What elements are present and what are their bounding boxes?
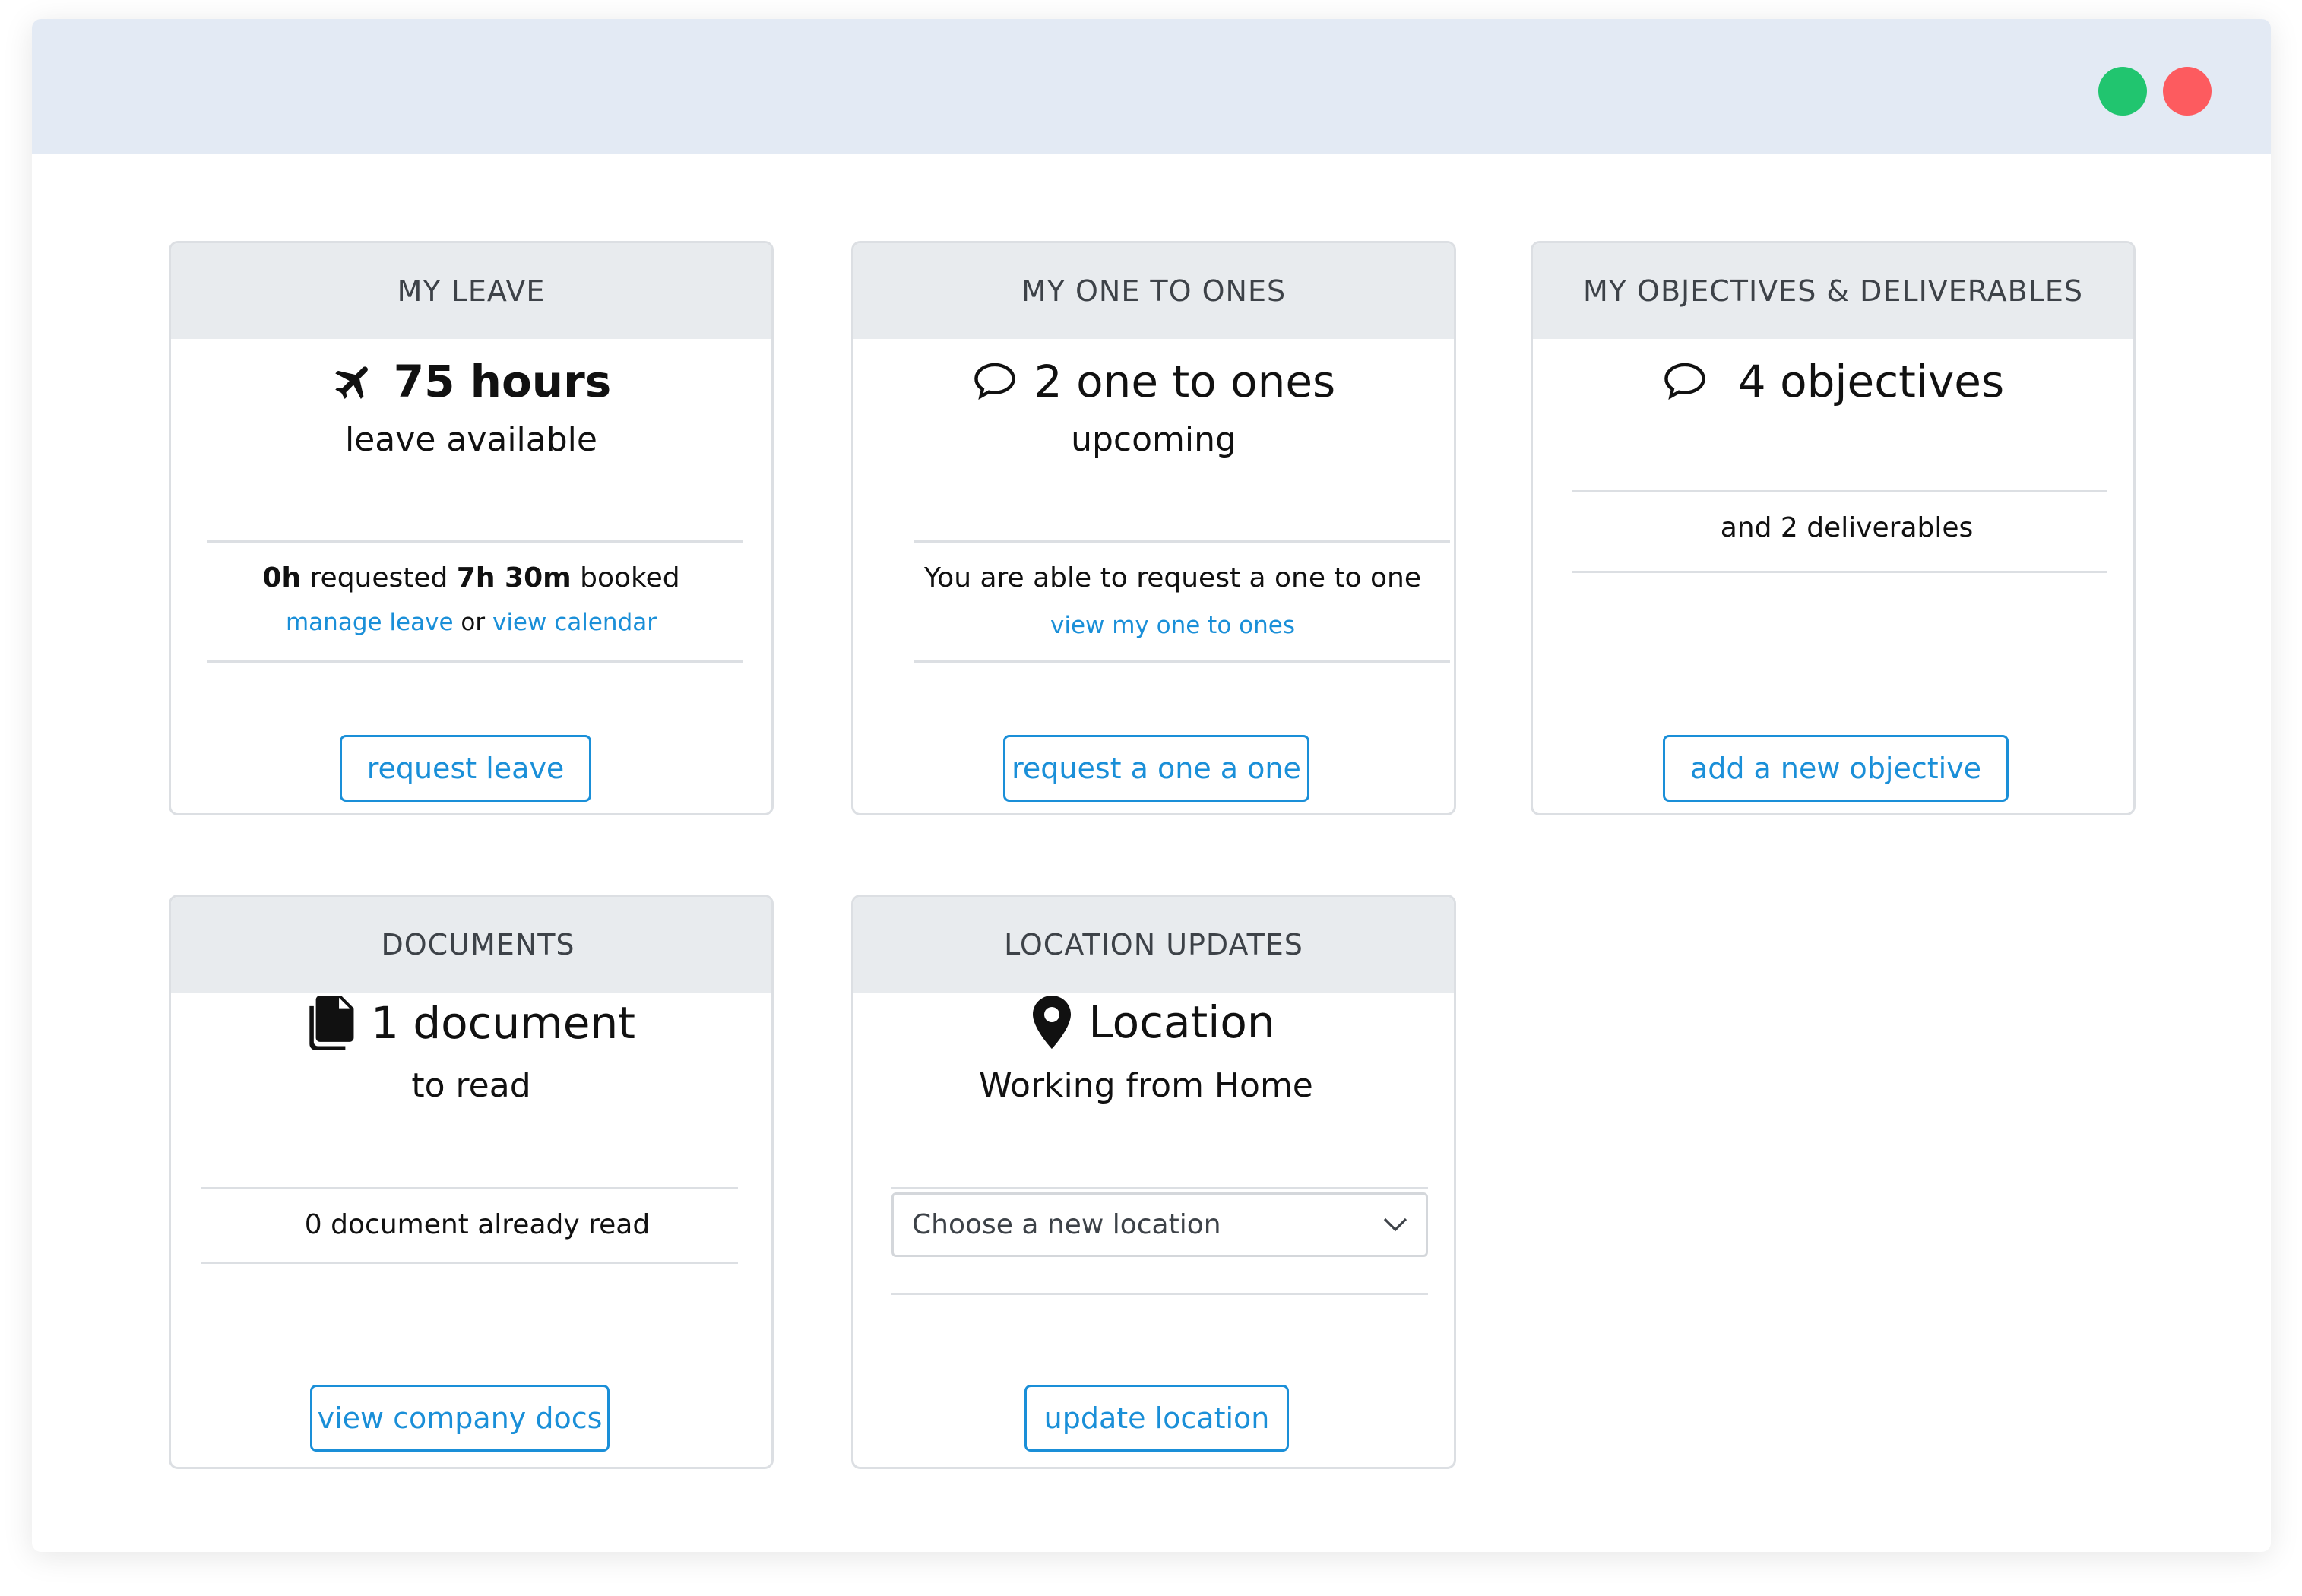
divider: [914, 540, 1450, 543]
documents-icon: [307, 996, 354, 1050]
map-pin-icon: [1032, 996, 1072, 1049]
view-my-one-to-ones-link[interactable]: view my one to ones: [1050, 612, 1295, 639]
divider: [207, 660, 743, 663]
leave-hours-value: 75 hours: [393, 356, 612, 407]
divider: [1572, 571, 2107, 573]
divider: [1572, 490, 2107, 492]
divider: [207, 540, 743, 543]
one-to-ones-count: 2 one to ones: [1034, 356, 1336, 407]
booked-label: booked: [580, 562, 680, 594]
divider: [201, 1187, 738, 1189]
speech-bubble-icon: [972, 361, 1018, 402]
documents-headline: 1 document: [171, 996, 771, 1050]
my-leave-card: MY LEAVE 75 hours leave available 0h req…: [169, 241, 774, 815]
card-title: MY OBJECTIVES & DELIVERABLES: [1533, 243, 2133, 339]
update-location-button[interactable]: update location: [1024, 1385, 1289, 1452]
view-calendar-link[interactable]: view calendar: [492, 609, 657, 636]
requested-hours: 0h: [262, 562, 302, 594]
green-window-dot[interactable]: [2098, 67, 2147, 116]
divider: [914, 660, 1450, 663]
my-one-to-ones-card: MY ONE TO ONES 2 one to ones upcoming Yo…: [851, 241, 1456, 815]
or-text: or: [461, 609, 486, 636]
chevron-down-icon: [1383, 1218, 1407, 1233]
leave-headline: 75 hours: [171, 356, 771, 407]
divider: [201, 1262, 738, 1264]
request-one-to-one-button[interactable]: request a one a one: [1003, 735, 1309, 802]
card-title: MY ONE TO ONES: [853, 243, 1454, 339]
deliverables-info: and 2 deliverables: [1720, 512, 1974, 543]
location-headline: Location: [853, 996, 1454, 1049]
speech-bubble-icon: [1662, 361, 1708, 402]
card-title: LOCATION UPDATES: [853, 897, 1454, 993]
divider: [891, 1293, 1428, 1295]
location-title: Location: [1088, 996, 1275, 1048]
objectives-headline: 4 objectives: [1533, 356, 2133, 407]
airplane-icon: [331, 359, 377, 404]
leave-summary: 0h requested 7h 30m booked: [171, 562, 771, 594]
current-location: Working from Home: [979, 1066, 1313, 1105]
one-to-ones-subtitle: upcoming: [1071, 420, 1236, 459]
red-window-dot[interactable]: [2163, 67, 2212, 116]
one-to-ones-headline: 2 one to ones: [853, 356, 1454, 407]
leave-links: manage leave or view calendar: [171, 609, 771, 636]
card-title: DOCUMENTS: [171, 897, 771, 993]
documents-read-info: 0 document already read: [304, 1209, 651, 1240]
request-leave-button[interactable]: request leave: [340, 735, 591, 802]
location-updates-card: LOCATION UPDATES Location Working from H…: [851, 895, 1456, 1469]
one-to-ones-links: view my one to ones: [872, 609, 1454, 640]
objectives-count: 4 objectives: [1737, 356, 2005, 407]
location-select[interactable]: Choose a new location: [891, 1192, 1428, 1257]
card-title: MY LEAVE: [171, 243, 771, 339]
app-window: MY LEAVE 75 hours leave available 0h req…: [32, 19, 2271, 1552]
documents-count: 1 document: [371, 997, 635, 1049]
divider: [891, 1187, 1428, 1189]
view-company-docs-button[interactable]: view company docs: [310, 1385, 610, 1452]
my-objectives-card: MY OBJECTIVES & DELIVERABLES 4 objective…: [1531, 241, 2136, 815]
location-select-placeholder: Choose a new location: [912, 1209, 1221, 1240]
documents-subtitle: to read: [411, 1066, 531, 1105]
documents-card: DOCUMENTS 1 document to read 0 document …: [169, 895, 774, 1469]
manage-leave-link[interactable]: manage leave: [286, 609, 454, 636]
requested-label: requested: [309, 562, 448, 594]
booked-hours: 7h 30m: [456, 562, 572, 594]
leave-subtitle: leave available: [345, 420, 597, 459]
add-new-objective-button[interactable]: add a new objective: [1663, 735, 2009, 802]
title-bar: [32, 19, 2271, 154]
one-to-ones-info: You are able to request a one to one: [923, 562, 1422, 594]
